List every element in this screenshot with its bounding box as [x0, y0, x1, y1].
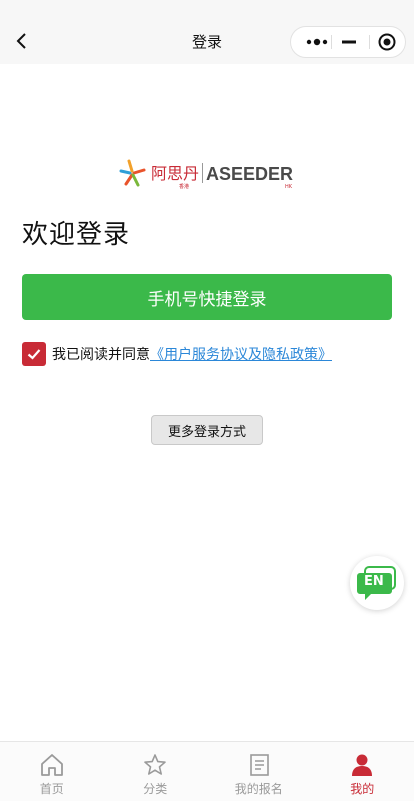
checkmark-icon — [26, 346, 42, 362]
more-dots-icon — [299, 27, 335, 57]
document-icon — [246, 752, 272, 778]
top-nav-bar: 登录 — [0, 0, 414, 64]
more-login-options-button[interactable]: 更多登录方式 — [151, 415, 263, 445]
welcome-heading: 欢迎登录 — [22, 214, 130, 251]
aseeder-logo: 阿思丹 香港 ASEEDER HK — [118, 157, 298, 189]
tab-label: 首页 — [0, 780, 104, 797]
tab-label: 我的报名 — [207, 780, 311, 797]
svg-text:香港: 香港 — [179, 183, 189, 189]
menu-capsule — [290, 26, 406, 58]
tab-label: 我的 — [311, 780, 414, 797]
tab-my-registrations[interactable]: 我的报名 — [207, 742, 311, 801]
minimize-button[interactable] — [336, 27, 364, 57]
more-button[interactable] — [299, 27, 335, 57]
language-switch-button[interactable]: EN — [350, 556, 404, 610]
minimize-icon — [336, 27, 364, 57]
agreement-link[interactable]: 《用户服务协议及隐私政策》 — [150, 344, 332, 364]
tab-label: 分类 — [104, 780, 208, 797]
agreement-checkbox[interactable] — [22, 342, 46, 366]
svg-text:ASEEDER: ASEEDER — [206, 164, 293, 184]
agreement-text: 我已阅读并同意 — [52, 344, 150, 364]
svg-text:HK: HK — [285, 184, 293, 189]
user-icon — [349, 752, 375, 778]
bottom-tab-bar: 首页 分类 我的报名 我的 — [0, 741, 414, 801]
tab-me[interactable]: 我的 — [311, 742, 414, 801]
tab-category[interactable]: 分类 — [104, 742, 208, 801]
capsule-divider — [331, 35, 332, 49]
star-icon — [142, 752, 168, 778]
svg-text:阿思丹: 阿思丹 — [151, 164, 199, 183]
home-icon — [39, 752, 65, 778]
agreement-row: 我已阅读并同意 《用户服务协议及隐私政策》 — [22, 341, 332, 367]
tab-home[interactable]: 首页 — [0, 742, 104, 801]
close-miniapp-button[interactable] — [373, 27, 403, 57]
capsule-divider — [369, 35, 370, 49]
record-circle-icon — [373, 27, 403, 57]
language-label: EN — [364, 574, 384, 589]
phone-quick-login-button[interactable]: 手机号快捷登录 — [22, 274, 392, 320]
